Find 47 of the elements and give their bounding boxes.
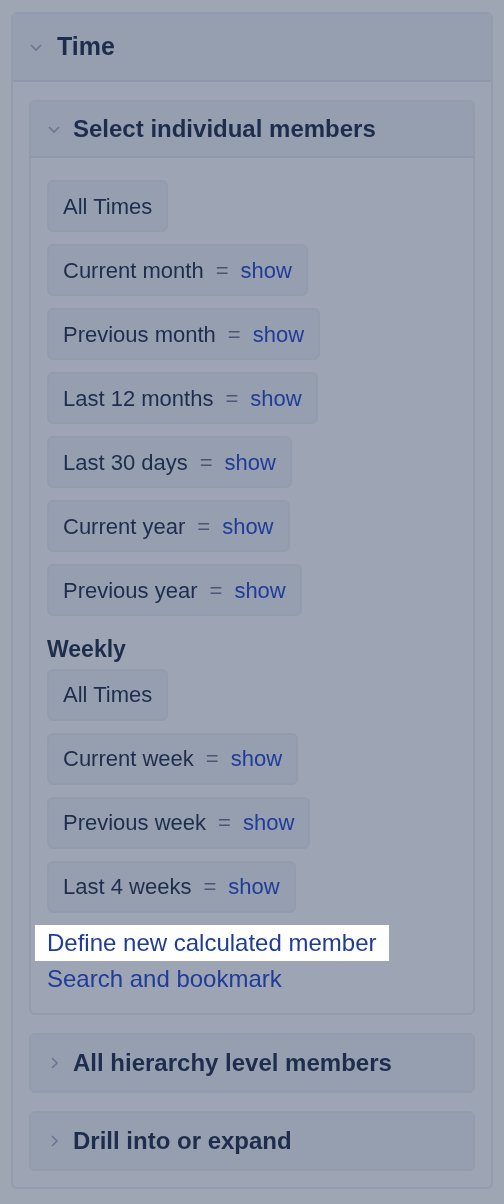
equals-sign: = xyxy=(199,448,213,477)
equals-sign: = xyxy=(197,512,211,541)
member-label: Last 30 days xyxy=(63,448,188,477)
equals-sign: = xyxy=(203,873,217,901)
panel-header[interactable]: Time xyxy=(13,14,491,82)
show-link[interactable]: show xyxy=(250,381,302,415)
member-chip[interactable]: Previous month = show xyxy=(47,308,321,360)
member-label: All Times xyxy=(63,192,153,221)
show-link[interactable]: show xyxy=(230,742,283,775)
member-label: Last 12 months xyxy=(63,384,214,413)
show-link[interactable]: show xyxy=(224,445,276,479)
equals-sign: = xyxy=(218,809,231,837)
member-label: Current week xyxy=(63,745,194,773)
member-chip[interactable]: Previous year = show xyxy=(47,564,302,616)
equals-sign: = xyxy=(209,576,223,605)
section-header[interactable]: Select individual members xyxy=(31,102,473,158)
member-chip[interactable]: Last 12 months = show xyxy=(47,372,318,424)
equals-sign: = xyxy=(225,384,239,413)
member-label: Previous month xyxy=(63,320,216,349)
member-label: Previous year xyxy=(63,576,198,605)
show-link[interactable]: show xyxy=(252,317,305,351)
member-label: All Times xyxy=(63,681,153,709)
member-chip[interactable]: Last 4 weeks = show xyxy=(47,860,296,913)
member-label: Previous week xyxy=(63,809,207,837)
action-link[interactable]: Search and bookmark xyxy=(35,960,294,997)
show-link[interactable]: show xyxy=(222,509,274,543)
member-chip[interactable]: Current week = show xyxy=(47,732,299,785)
equals-sign: = xyxy=(227,320,241,349)
section-header[interactable]: All hierarchy level members xyxy=(31,1034,473,1091)
action-link[interactable]: Define new calculated member xyxy=(35,924,389,961)
group-heading: Weekly xyxy=(47,635,126,664)
member-chip[interactable]: All Times xyxy=(47,180,169,232)
member-label: Last 4 weeks xyxy=(63,873,192,901)
equals-sign: = xyxy=(215,256,229,285)
show-link[interactable]: show xyxy=(234,573,286,607)
member-chip[interactable]: Current year = show xyxy=(47,500,290,552)
member-label: Current year xyxy=(63,512,186,541)
member-chip[interactable]: Previous week = show xyxy=(47,796,311,849)
section-header[interactable]: Drill into or expand xyxy=(31,1112,473,1169)
equals-sign: = xyxy=(205,745,219,773)
show-link[interactable]: show xyxy=(228,870,280,903)
member-chip[interactable]: Current month = show xyxy=(47,244,308,296)
show-link[interactable]: show xyxy=(240,253,292,287)
show-link[interactable]: show xyxy=(242,806,295,839)
member-chip[interactable]: Last 30 days = show xyxy=(47,436,292,488)
member-chip[interactable]: All Times xyxy=(47,668,169,721)
member-label: Current month xyxy=(63,256,204,285)
